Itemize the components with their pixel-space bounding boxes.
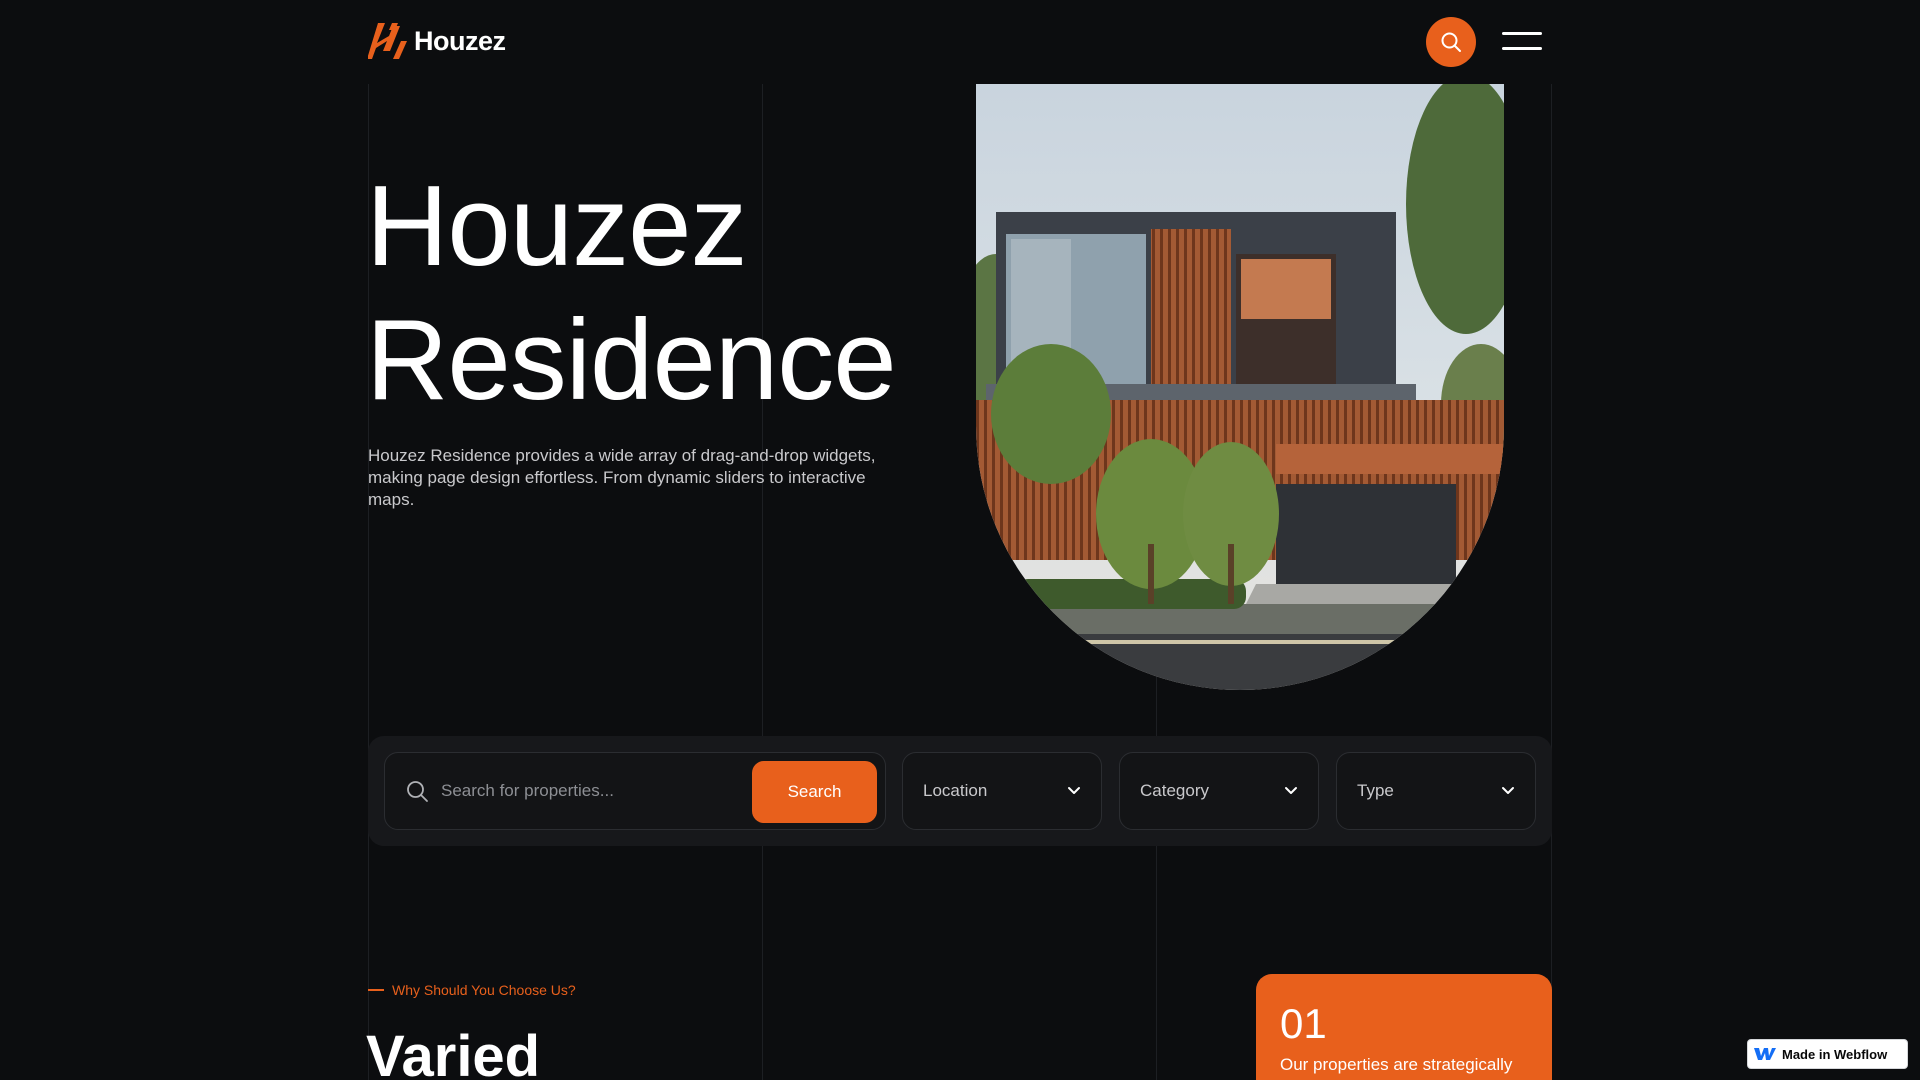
hero-description: Houzez Residence provides a wide array o…	[368, 446, 876, 509]
feature-number: 01	[1280, 1000, 1327, 1047]
section-eyebrow: Why Should You Choose Us?	[368, 982, 576, 998]
page: Houzez Houzez Residence Houzez Residence…	[0, 0, 1920, 1080]
eyebrow-text: Why Should You Choose Us?	[392, 982, 576, 998]
search-button[interactable]: Search	[752, 761, 877, 823]
hamburger-icon	[1502, 47, 1542, 50]
hero-title-line: Houzez	[366, 163, 748, 290]
chevron-down-icon	[1068, 787, 1080, 794]
menu-button[interactable]	[1502, 30, 1542, 52]
section-title: Varied	[366, 1024, 541, 1080]
type-dropdown[interactable]: Type	[1336, 752, 1536, 830]
brand-name: Houzez	[414, 25, 506, 56]
location-dropdown[interactable]: Location	[902, 752, 1102, 830]
logo[interactable]: Houzez	[368, 21, 506, 61]
search-field: Search	[384, 752, 886, 830]
search-input[interactable]	[441, 781, 741, 801]
chevron-down-icon	[1502, 787, 1514, 794]
guide-line	[1551, 84, 1552, 1080]
search-icon	[407, 781, 428, 802]
header-search-button[interactable]	[1426, 17, 1476, 67]
badge-label: Made in Webflow	[1782, 1046, 1888, 1062]
hero-title: Houzez Residence	[366, 160, 1006, 428]
property-search-bar: Search Location Category Type	[368, 736, 1552, 846]
feature-text: Our properties are strategically	[1280, 1055, 1513, 1074]
made-in-webflow-badge[interactable]: Made in Webflow	[1747, 1039, 1908, 1069]
feature-card: 01 Our properties are strategically	[1256, 974, 1552, 1080]
logo-icon	[368, 23, 407, 59]
webflow-icon	[1754, 1048, 1776, 1060]
hero-house-image	[976, 84, 1504, 690]
eyebrow-dash	[368, 989, 384, 991]
search-icon	[1441, 32, 1461, 52]
hero-title-line: Residence	[366, 297, 897, 424]
hamburger-icon	[1502, 32, 1542, 35]
chevron-down-icon	[1285, 787, 1297, 794]
type-label: Type	[1357, 781, 1394, 800]
category-dropdown[interactable]: Category	[1119, 752, 1319, 830]
location-label: Location	[923, 781, 988, 800]
category-label: Category	[1140, 781, 1209, 800]
